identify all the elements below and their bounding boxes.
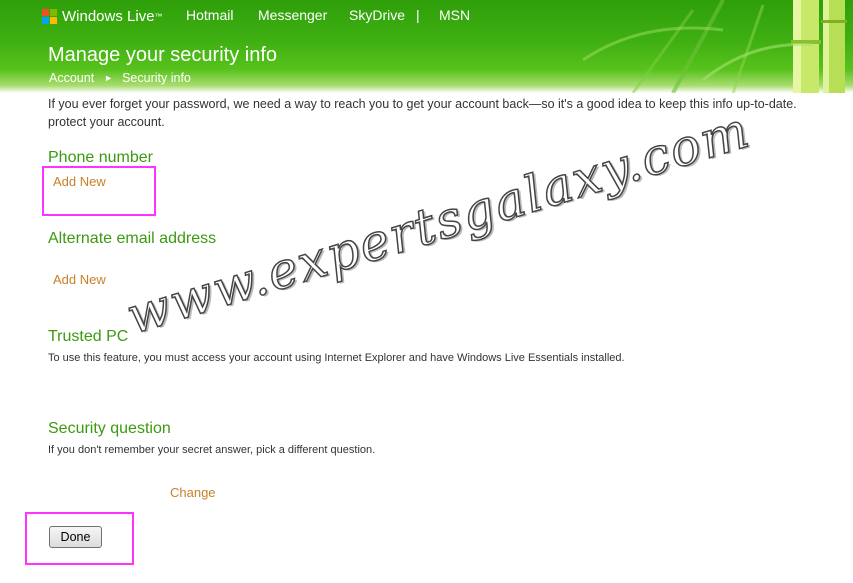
email-add-new-link[interactable]: Add New	[53, 272, 106, 287]
nav-divider: |	[416, 7, 420, 23]
nav-hotmail[interactable]: Hotmail	[186, 7, 233, 23]
windows-live-logo[interactable]: Windows Live ™	[42, 6, 163, 26]
nav-msn[interactable]: MSN	[439, 7, 470, 23]
security-question-heading: Security question	[48, 420, 171, 437]
security-question-change-link[interactable]: Change	[170, 485, 216, 500]
breadcrumb: Account ► Security info	[49, 71, 191, 85]
trusted-pc-heading: Trusted PC	[48, 328, 129, 345]
nav-skydrive[interactable]: SkyDrive	[349, 7, 405, 23]
phone-heading: Phone number	[48, 149, 153, 166]
intro-text: If you ever forget your password, we nee…	[48, 95, 853, 131]
top-navigation: Windows Live ™ Hotmail Messenger SkyDrive…	[0, 0, 853, 30]
nav-messenger[interactable]: Messenger	[258, 7, 327, 23]
done-button[interactable]: Done	[49, 526, 102, 548]
header-banner: Windows Live ™ Hotmail Messenger SkyDrive…	[0, 0, 853, 93]
windows-flag-icon	[42, 8, 57, 24]
page-title: Manage your security info	[48, 44, 278, 66]
trademark: ™	[154, 11, 163, 21]
intro-line-2: protect your account.	[48, 115, 165, 129]
email-heading: Alternate email address	[48, 230, 217, 247]
intro-line-1: If you ever forget your password, we nee…	[48, 97, 797, 111]
trusted-pc-description: To use this feature, you must access you…	[48, 352, 625, 364]
breadcrumb-arrow-icon: ►	[104, 73, 114, 83]
breadcrumb-current: Security info	[122, 71, 191, 85]
breadcrumb-account[interactable]: Account	[49, 71, 94, 85]
security-question-description: If you don't remember your secret answer…	[48, 444, 376, 456]
phone-add-new-link[interactable]: Add New	[53, 174, 106, 189]
brand-name: Windows Live	[62, 7, 155, 25]
